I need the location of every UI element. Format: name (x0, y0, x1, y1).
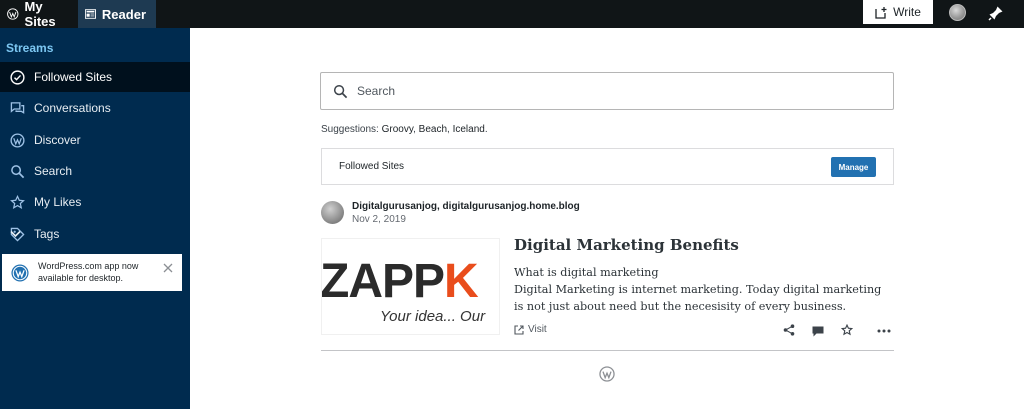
reader-label: Reader (101, 6, 146, 22)
suggestion-link[interactable]: Iceland (453, 124, 485, 135)
sidebar-item-search[interactable]: Search (0, 156, 190, 186)
share-icon[interactable] (783, 324, 795, 336)
sidebar-item-label: Followed Sites (34, 70, 113, 84)
sidebar-item-label: Tags (34, 227, 60, 241)
close-icon[interactable] (163, 263, 173, 273)
visit-label: Visit (528, 324, 547, 335)
site-avatar[interactable] (321, 201, 344, 224)
star-icon (10, 194, 25, 209)
sidebar-item-followed-sites[interactable]: Followed Sites (0, 62, 190, 92)
sidebar-item-label: Conversations (34, 101, 111, 115)
search-icon (333, 84, 348, 99)
sidebar-item-label: My Likes (34, 195, 82, 209)
sidebar-item-conversations[interactable]: Conversations (0, 93, 190, 123)
star-icon[interactable] (841, 324, 853, 336)
suggestions-label: Suggestions: (321, 124, 379, 135)
write-label: Write (893, 5, 921, 19)
reader-icon (85, 9, 96, 19)
manage-button[interactable]: Manage (831, 157, 876, 177)
search-input[interactable] (357, 81, 857, 101)
image-logo-text: ZAPPK (321, 255, 479, 308)
post-excerpt: What is digital marketing Digital Market… (514, 264, 894, 315)
followed-sites-header: Followed Sites Manage (321, 148, 894, 185)
wordpress-logo-icon (11, 264, 29, 282)
notifications-bell-icon[interactable] (988, 5, 1004, 21)
visit-link[interactable]: Visit (514, 324, 547, 335)
search-icon (11, 164, 25, 178)
post-date[interactable]: Nov 2, 2019 (352, 214, 406, 225)
chat-bubbles-icon (10, 101, 25, 114)
excerpt-line: Digital Marketing is internet marketing.… (514, 283, 882, 313)
sidebar-item-discover[interactable]: Discover (0, 125, 190, 155)
sidebar: Streams Followed Sites Conversations Dis… (0, 28, 190, 409)
notice-text: WordPress.com app now available for desk… (38, 261, 139, 283)
streams-heading: Streams (6, 41, 54, 55)
desktop-app-notice[interactable]: WordPress.com app now available for desk… (2, 254, 182, 291)
post-divider (321, 350, 894, 351)
sidebar-item-my-likes[interactable]: My Likes (0, 187, 190, 217)
user-avatar[interactable] (949, 4, 966, 21)
wordpress-footer-icon[interactable] (599, 366, 615, 382)
my-sites-label: My Sites (24, 0, 56, 29)
checkmark-circle-icon (10, 69, 25, 85)
suggestion-link[interactable]: Groovy (382, 124, 414, 135)
sidebar-item-label: Discover (34, 133, 81, 147)
write-button[interactable]: Write (863, 0, 933, 24)
post-title[interactable]: Digital Marketing Benefits (514, 236, 739, 254)
sidebar-item-label: Search (34, 164, 73, 178)
suggestion-link[interactable]: Beach (419, 124, 447, 135)
sidebar-item-tags[interactable]: Tags (0, 219, 190, 249)
image-tagline: Your idea... Our (380, 308, 486, 325)
comment-icon[interactable] (812, 326, 824, 337)
more-options-icon[interactable] (877, 329, 891, 333)
post-site-name[interactable]: Digitalgurusanjog, digitalgurusanjog.hom… (352, 201, 580, 212)
chevron-down-icon[interactable] (10, 230, 21, 238)
wordpress-icon (10, 132, 25, 148)
wordpress-logo-icon (7, 8, 19, 20)
my-sites-button[interactable]: My Sites (0, 0, 78, 29)
search-box[interactable] (320, 72, 894, 110)
followed-sites-title: Followed Sites (339, 161, 405, 172)
new-post-icon (875, 6, 887, 19)
excerpt-line: What is digital marketing (514, 266, 659, 279)
post-featured-image[interactable]: ZAPPK Your idea... Our (321, 238, 500, 335)
external-link-icon (514, 324, 524, 335)
search-suggestions: Suggestions: Groovy, Beach, Iceland. (321, 124, 488, 135)
reader-button[interactable]: Reader (78, 0, 156, 28)
